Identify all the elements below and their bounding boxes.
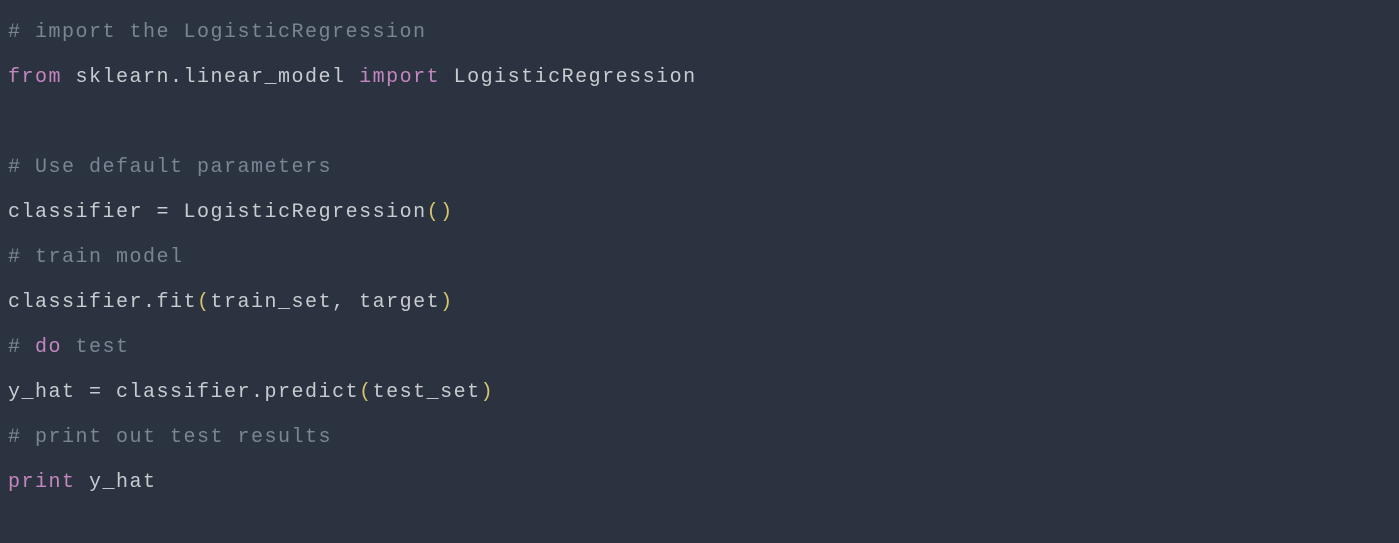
paren-open: ( bbox=[427, 201, 441, 224]
variable: y_hat bbox=[8, 381, 89, 404]
module-name: sklearn.linear_model bbox=[62, 66, 359, 89]
comment: # import the LogisticRegression bbox=[8, 21, 427, 44]
equals: = bbox=[89, 381, 103, 404]
code-line-4: # Use default parameters bbox=[8, 145, 1391, 190]
call-name: classifier.fit bbox=[8, 291, 197, 314]
paren-close: ) bbox=[440, 201, 454, 224]
code-line-5: classifier = LogisticRegression() bbox=[8, 190, 1391, 235]
comment-hash: # bbox=[8, 336, 35, 359]
code-editor[interactable]: # import the LogisticRegression from skl… bbox=[8, 10, 1391, 505]
comment-test: test bbox=[62, 336, 130, 359]
arguments: test_set bbox=[373, 381, 481, 404]
arguments: train_set, target bbox=[211, 291, 441, 314]
blank-line bbox=[8, 100, 1391, 145]
paren-close: ) bbox=[481, 381, 495, 404]
code-line-8: # do test bbox=[8, 325, 1391, 370]
paren-open: ( bbox=[197, 291, 211, 314]
comment: # train model bbox=[8, 246, 184, 269]
variable: classifier bbox=[8, 201, 157, 224]
keyword-print: print bbox=[8, 471, 76, 494]
comment: # print out test results bbox=[8, 426, 332, 449]
comment-do: do bbox=[35, 336, 62, 359]
keyword-from: from bbox=[8, 66, 62, 89]
code-line-10: # print out test results bbox=[8, 415, 1391, 460]
code-line-6: # train model bbox=[8, 235, 1391, 280]
code-line-7: classifier.fit(train_set, target) bbox=[8, 280, 1391, 325]
print-arg: y_hat bbox=[76, 471, 157, 494]
code-line-2: from sklearn.linear_model import Logisti… bbox=[8, 55, 1391, 100]
code-line-9: y_hat = classifier.predict(test_set) bbox=[8, 370, 1391, 415]
call-name: classifier.predict bbox=[103, 381, 360, 404]
class-name: LogisticRegression bbox=[440, 66, 697, 89]
code-line-11: print y_hat bbox=[8, 460, 1391, 505]
paren-open: ( bbox=[359, 381, 373, 404]
code-line-1: # import the LogisticRegression bbox=[8, 10, 1391, 55]
comment: # Use default parameters bbox=[8, 156, 332, 179]
equals: = bbox=[157, 201, 171, 224]
paren-close: ) bbox=[440, 291, 454, 314]
call-name: LogisticRegression bbox=[170, 201, 427, 224]
keyword-import: import bbox=[359, 66, 440, 89]
